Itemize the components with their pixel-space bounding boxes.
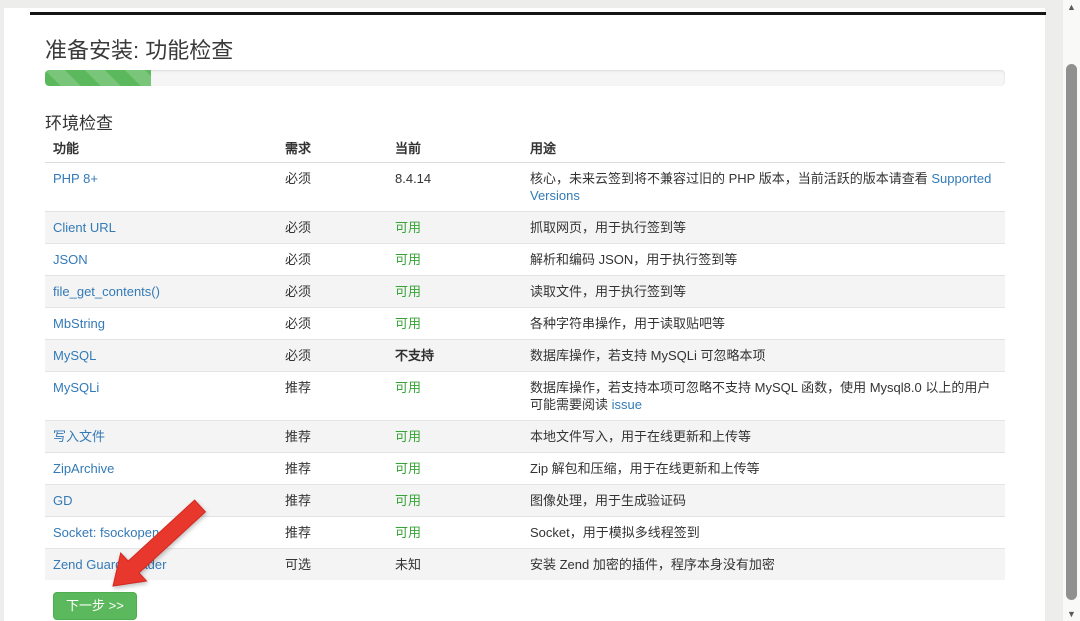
- top-divider-rule: [30, 12, 1046, 15]
- current-status-cell: 未知: [387, 549, 522, 581]
- column-header-purpose: 用途: [522, 136, 1005, 163]
- feature-link[interactable]: PHP 8+: [53, 171, 98, 186]
- env-table-body: PHP 8+必须8.4.14核心，未来云签到将不兼容过旧的 PHP 版本，当前活…: [45, 163, 1005, 581]
- feature-link[interactable]: MbString: [53, 316, 105, 331]
- purpose-cell: 解析和编码 JSON，用于执行签到等: [522, 244, 1005, 276]
- install-progress-bar: [45, 70, 1005, 86]
- requirement-cell: 必须: [277, 308, 387, 340]
- purpose-cell: 读取文件，用于执行签到等: [522, 276, 1005, 308]
- purpose-cell: 各种字符串操作，用于读取贴吧等: [522, 308, 1005, 340]
- scrollbar-thumb[interactable]: [1066, 64, 1077, 600]
- feature-link[interactable]: 写入文件: [53, 429, 105, 444]
- current-status-cell: 可用: [387, 244, 522, 276]
- purpose-text: 核心，未来云签到将不兼容过旧的 PHP 版本，当前活跃的版本请查看: [530, 171, 931, 186]
- feature-link[interactable]: MySQLi: [53, 380, 99, 395]
- feature-link[interactable]: GD: [53, 493, 73, 508]
- purpose-text: 解析和编码 JSON，用于执行签到等: [530, 252, 737, 267]
- purpose-text: 数据库操作，若支持 MySQLi 可忽略本项: [530, 348, 765, 363]
- purpose-cell: 安装 Zend 加密的插件，程序本身没有加密: [522, 549, 1005, 581]
- table-row: 写入文件 推荐可用本地文件写入，用于在线更新和上传等: [45, 421, 1005, 453]
- column-header-feature: 功能: [45, 136, 277, 163]
- purpose-cell: 抓取网页，用于执行签到等: [522, 212, 1005, 244]
- purpose-text: 读取文件，用于执行签到等: [530, 284, 686, 299]
- table-row: Zend Guard Loader 可选未知安装 Zend 加密的插件，程序本身没…: [45, 549, 1005, 581]
- table-row: ZipArchive 推荐可用 Zip 解包和压缩，用于在线更新和上传等: [45, 453, 1005, 485]
- purpose-link[interactable]: issue: [612, 397, 642, 412]
- purpose-text: Socket，用于模拟多线程签到: [530, 525, 700, 540]
- table-row: MbString 必须可用各种字符串操作，用于读取贴吧等: [45, 308, 1005, 340]
- column-header-current: 当前: [387, 136, 522, 163]
- requirement-cell: 推荐: [277, 517, 387, 549]
- feature-link[interactable]: Socket: fsockopen: [53, 525, 159, 540]
- install-progress-fill: [45, 70, 151, 86]
- table-row: JSON 必须可用解析和编码 JSON，用于执行签到等: [45, 244, 1005, 276]
- section-heading: 环境检查: [45, 112, 113, 136]
- vertical-scrollbar[interactable]: ▲ ▼: [1063, 0, 1080, 621]
- feature-link[interactable]: Client URL: [53, 220, 116, 235]
- page-title: 准备安装: 功能检查: [45, 37, 233, 65]
- table-row: file_get_contents() 必须可用读取文件，用于执行签到等: [45, 276, 1005, 308]
- purpose-cell: 数据库操作，若支持本项可忽略不支持 MySQL 函数，使用 Mysql8.0 以…: [522, 372, 1005, 421]
- table-row: Socket: fsockopen 推荐可用 Socket，用于模拟多线程签到: [45, 517, 1005, 549]
- current-status-cell: 8.4.14: [387, 163, 522, 212]
- content-card: 准备安装: 功能检查 环境检查 功能 需求 当前 用途 PHP 8+必须8.4.…: [4, 8, 1045, 621]
- current-status-cell: 可用: [387, 485, 522, 517]
- current-status-cell: 可用: [387, 276, 522, 308]
- requirement-cell: 必须: [277, 244, 387, 276]
- current-status-cell: 可用: [387, 212, 522, 244]
- requirement-cell: 必须: [277, 163, 387, 212]
- environment-check-table: 功能 需求 当前 用途 PHP 8+必须8.4.14核心，未来云签到将不兼容过旧…: [45, 136, 1005, 580]
- requirement-cell: 推荐: [277, 421, 387, 453]
- column-header-requirement: 需求: [277, 136, 387, 163]
- current-status-cell: 可用: [387, 453, 522, 485]
- requirement-cell: 可选: [277, 549, 387, 581]
- next-step-button[interactable]: 下一步 >>: [53, 592, 137, 620]
- table-header-row: 功能 需求 当前 用途: [45, 136, 1005, 163]
- scrollbar-up-arrow-icon[interactable]: ▲: [1063, 0, 1080, 14]
- current-status-cell: 可用: [387, 421, 522, 453]
- purpose-cell: 数据库操作，若支持 MySQLi 可忽略本项: [522, 340, 1005, 372]
- requirement-cell: 推荐: [277, 372, 387, 421]
- feature-link[interactable]: JSON: [53, 252, 88, 267]
- feature-link[interactable]: ZipArchive: [53, 461, 114, 476]
- requirement-cell: 推荐: [277, 485, 387, 517]
- requirement-cell: 推荐: [277, 453, 387, 485]
- purpose-cell: Socket，用于模拟多线程签到: [522, 517, 1005, 549]
- table-row: MySQL 必须不支持数据库操作，若支持 MySQLi 可忽略本项: [45, 340, 1005, 372]
- feature-link[interactable]: MySQL: [53, 348, 96, 363]
- purpose-text: 数据库操作，若支持本项可忽略不支持 MySQL 函数，使用 Mysql8.0 以…: [530, 380, 990, 412]
- table-row: MySQLi 推荐可用数据库操作，若支持本项可忽略不支持 MySQL 函数，使用 …: [45, 372, 1005, 421]
- requirement-cell: 必须: [277, 212, 387, 244]
- requirement-cell: 必须: [277, 340, 387, 372]
- purpose-cell: 图像处理，用于生成验证码: [522, 485, 1005, 517]
- table-row: PHP 8+必须8.4.14核心，未来云签到将不兼容过旧的 PHP 版本，当前活…: [45, 163, 1005, 212]
- scrollbar-down-arrow-icon[interactable]: ▼: [1063, 607, 1080, 621]
- current-status-cell: 可用: [387, 372, 522, 421]
- feature-link[interactable]: file_get_contents(): [53, 284, 160, 299]
- requirement-cell: 必须: [277, 276, 387, 308]
- current-status-cell: 不支持: [387, 340, 522, 372]
- table-row: GD 推荐可用图像处理，用于生成验证码: [45, 485, 1005, 517]
- purpose-text: Zip 解包和压缩，用于在线更新和上传等: [530, 461, 760, 476]
- current-status-cell: 可用: [387, 517, 522, 549]
- purpose-cell: Zip 解包和压缩，用于在线更新和上传等: [522, 453, 1005, 485]
- purpose-text: 本地文件写入，用于在线更新和上传等: [530, 429, 751, 444]
- current-status-cell: 可用: [387, 308, 522, 340]
- purpose-text: 图像处理，用于生成验证码: [530, 493, 686, 508]
- table-row: Client URL 必须可用抓取网页，用于执行签到等: [45, 212, 1005, 244]
- purpose-text: 安装 Zend 加密的插件，程序本身没有加密: [530, 557, 775, 572]
- purpose-text: 各种字符串操作，用于读取贴吧等: [530, 316, 725, 331]
- purpose-cell: 本地文件写入，用于在线更新和上传等: [522, 421, 1005, 453]
- purpose-cell: 核心，未来云签到将不兼容过旧的 PHP 版本，当前活跃的版本请查看 Suppor…: [522, 163, 1005, 212]
- purpose-text: 抓取网页，用于执行签到等: [530, 220, 686, 235]
- feature-link[interactable]: Zend Guard Loader: [53, 557, 166, 572]
